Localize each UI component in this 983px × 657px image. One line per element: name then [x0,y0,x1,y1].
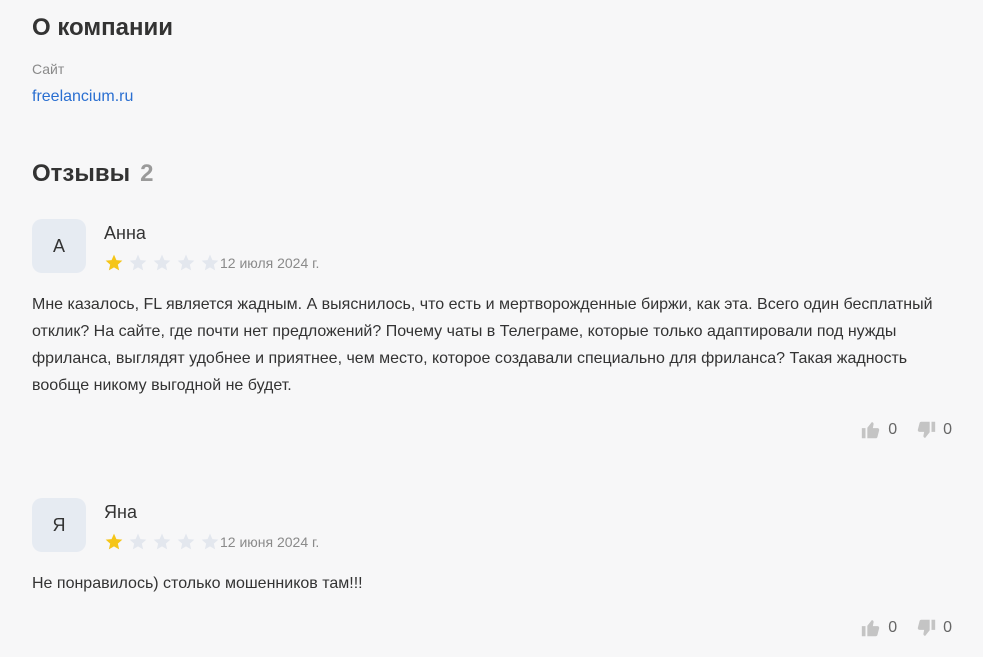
like-count: 0 [888,619,898,636]
review-item: А Анна 12 июля 2024 г. Мне казалось, FL … [32,219,952,449]
rating-stars [104,532,220,552]
star-icon [177,254,195,271]
star-icon [201,254,219,271]
dislike-count: 0 [943,421,952,438]
avatar: Я [32,498,86,552]
like-button[interactable]: 0 [860,419,897,441]
star-icon [201,533,219,550]
review-author: Яна [104,502,137,522]
about-title: О компании [32,14,173,41]
star-icon [105,254,123,271]
rating-stars [104,253,220,273]
review-date: 12 июня 2024 г. [220,534,320,550]
review-date: 12 июля 2024 г. [220,255,320,271]
reviews-title: Отзывы 2 [32,160,153,188]
site-label: Сайт [32,61,65,77]
review-text: Не понравилось) столько мошенников там!!… [32,575,363,592]
review-votes: 0 0 [842,419,952,441]
review-item: Я Яна 12 июня 2024 г. Не понравилось) ст… [32,498,952,648]
reviews-title-text: Отзывы [32,160,131,187]
star-icon [153,533,171,550]
star-icon [177,533,195,550]
like-count: 0 [888,421,898,438]
star-icon [153,254,171,271]
avatar: А [32,219,86,273]
review-author: Анна [104,223,146,243]
like-button[interactable]: 0 [860,617,897,639]
review-votes: 0 0 [842,617,952,639]
thumbs-down-icon [917,421,936,438]
thumbs-down-icon [917,619,936,636]
dislike-count: 0 [943,619,952,636]
thumbs-up-icon [862,422,880,439]
star-icon [129,533,147,550]
dislike-button[interactable]: 0 [915,419,952,441]
site-link[interactable]: freelancium.ru [32,88,133,106]
star-icon [129,254,147,271]
dislike-button[interactable]: 0 [915,617,952,639]
thumbs-up-icon [862,620,880,637]
review-text: Мне казалось, FL является жадным. А выяс… [32,296,933,394]
star-icon [105,533,123,550]
reviews-count: 2 [140,160,154,187]
